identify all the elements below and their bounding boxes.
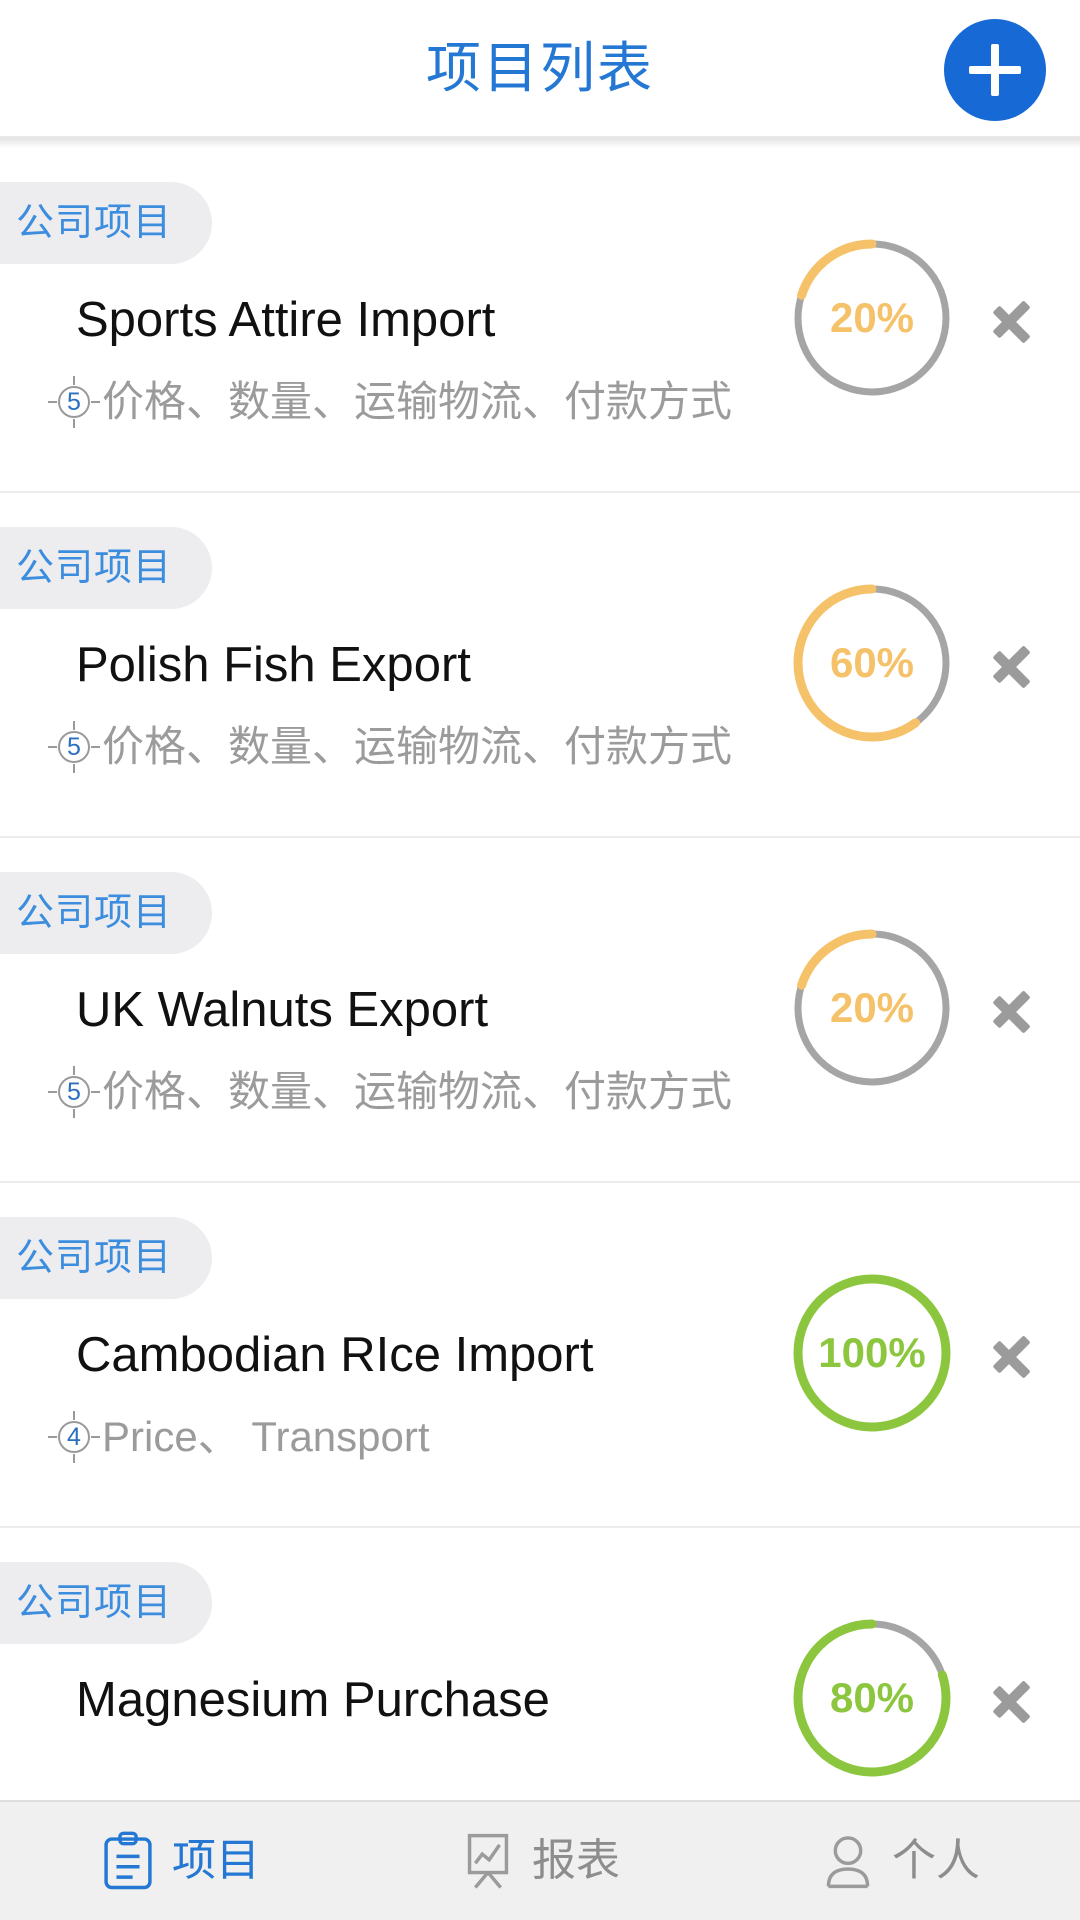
tab-projects[interactable]: 项目 [0, 1831, 360, 1891]
project-title: UK Walnuts Export [76, 983, 489, 1037]
project-type-tag: 公司项目 [0, 527, 213, 609]
tab-reports[interactable]: 报表 [360, 1831, 720, 1891]
app-header: 项目列表 [0, 0, 1080, 138]
project-type-tag: 公司项目 [0, 182, 213, 264]
progress-ring: 60% [790, 581, 954, 745]
target-count-icon: 5 [48, 721, 100, 773]
target-count-icon: 5 [48, 376, 100, 428]
tab-projects-label: 项目 [172, 1836, 260, 1885]
project-list[interactable]: 公司项目 Sports Attire Import 5 价格、数量、运输物流、付款方式… [0, 138, 1080, 1800]
target-count-value: 5 [67, 732, 81, 761]
project-title: Cambodian RIce Import [76, 1328, 594, 1382]
project-type-tag-label: 公司项目 [16, 1582, 173, 1624]
project-title: Magnesium Purchase [76, 1673, 550, 1727]
add-project-button[interactable] [944, 19, 1046, 121]
progress-ring: 20% [790, 236, 954, 400]
person-icon [826, 1836, 870, 1889]
project-title: Sports Attire Import [76, 293, 496, 347]
progress-percent-label: 20% [829, 984, 915, 1031]
tab-reports-label: 报表 [532, 1836, 620, 1885]
project-subtitle-row: 5 价格、数量、运输物流、付款方式 [48, 721, 732, 773]
chevron-right-icon[interactable] [988, 1672, 1038, 1722]
project-type-tag-label: 公司项目 [16, 547, 173, 589]
target-count-icon: 4 [48, 1411, 100, 1463]
target-count-icon: 5 [48, 1066, 100, 1118]
progress-ring: 80% [790, 1616, 954, 1780]
target-count-value: 5 [67, 387, 81, 416]
project-type-tag: 公司项目 [0, 1562, 213, 1644]
project-type-tag: 公司项目 [0, 872, 213, 954]
progress-percent-label: 100% [818, 1329, 926, 1376]
progress-percent-label: 80% [829, 1674, 915, 1721]
progress-ring: 100% [790, 1271, 954, 1435]
tab-profile[interactable]: 个人 [720, 1831, 1080, 1891]
chevron-right-icon[interactable] [988, 982, 1038, 1032]
plus-icon [969, 44, 1021, 96]
project-subtitle-row: 4 Price、 Transport [48, 1411, 430, 1463]
app-screen: 项目列表 公司项目 Sports Attire Import 5 价格、数量、运输物流… [0, 0, 1080, 1920]
project-subtitle: 价格、数量、运输物流、付款方式 [102, 723, 733, 770]
project-subtitle-row: 5 价格、数量、运输物流、付款方式 [48, 1066, 732, 1118]
list-top-shadow [0, 138, 1080, 148]
list-item[interactable]: 公司项目 Sports Attire Import 5 价格、数量、运输物流、付款方式… [0, 148, 1080, 493]
list-item[interactable]: 公司项目 Magnesium Purchase 80% [0, 1528, 1080, 1800]
chevron-right-icon[interactable] [988, 1327, 1038, 1377]
list-item[interactable]: 公司项目 Polish Fish Export 5 价格、数量、运输物流、付款方式 60… [0, 493, 1080, 838]
project-type-tag: 公司项目 [0, 1217, 213, 1299]
project-subtitle-row: 5 价格、数量、运输物流、付款方式 [48, 376, 732, 428]
target-count-value: 4 [67, 1422, 81, 1451]
project-type-tag-label: 公司项目 [16, 202, 173, 244]
project-subtitle: 价格、数量、运输物流、付款方式 [102, 1068, 733, 1115]
list-item[interactable]: 公司项目 Cambodian RIce Import 4 Price、 Transpo… [0, 1183, 1080, 1528]
progress-percent-label: 20% [829, 294, 915, 341]
project-subtitle: 价格、数量、运输物流、付款方式 [102, 378, 733, 425]
progress-percent-label: 60% [829, 639, 915, 686]
page-title: 项目列表 [425, 36, 654, 99]
list-item[interactable]: 公司项目 UK Walnuts Export 5 价格、数量、运输物流、付款方式 20% [0, 838, 1080, 1183]
progress-ring: 20% [790, 926, 954, 1090]
clipboard-icon [104, 1831, 152, 1890]
chart-easel-icon [467, 1833, 509, 1889]
target-count-value: 5 [67, 1077, 81, 1106]
chevron-right-icon[interactable] [988, 292, 1038, 342]
chevron-right-icon[interactable] [988, 637, 1038, 687]
project-type-tag-label: 公司项目 [16, 892, 173, 934]
project-subtitle: Price、 Transport [102, 1413, 430, 1460]
project-type-tag-label: 公司项目 [16, 1237, 173, 1279]
bottom-navigation: 项目 报表 个人 [0, 1800, 1080, 1920]
project-title: Polish Fish Export [76, 638, 471, 692]
tab-profile-label: 个人 [892, 1836, 980, 1885]
